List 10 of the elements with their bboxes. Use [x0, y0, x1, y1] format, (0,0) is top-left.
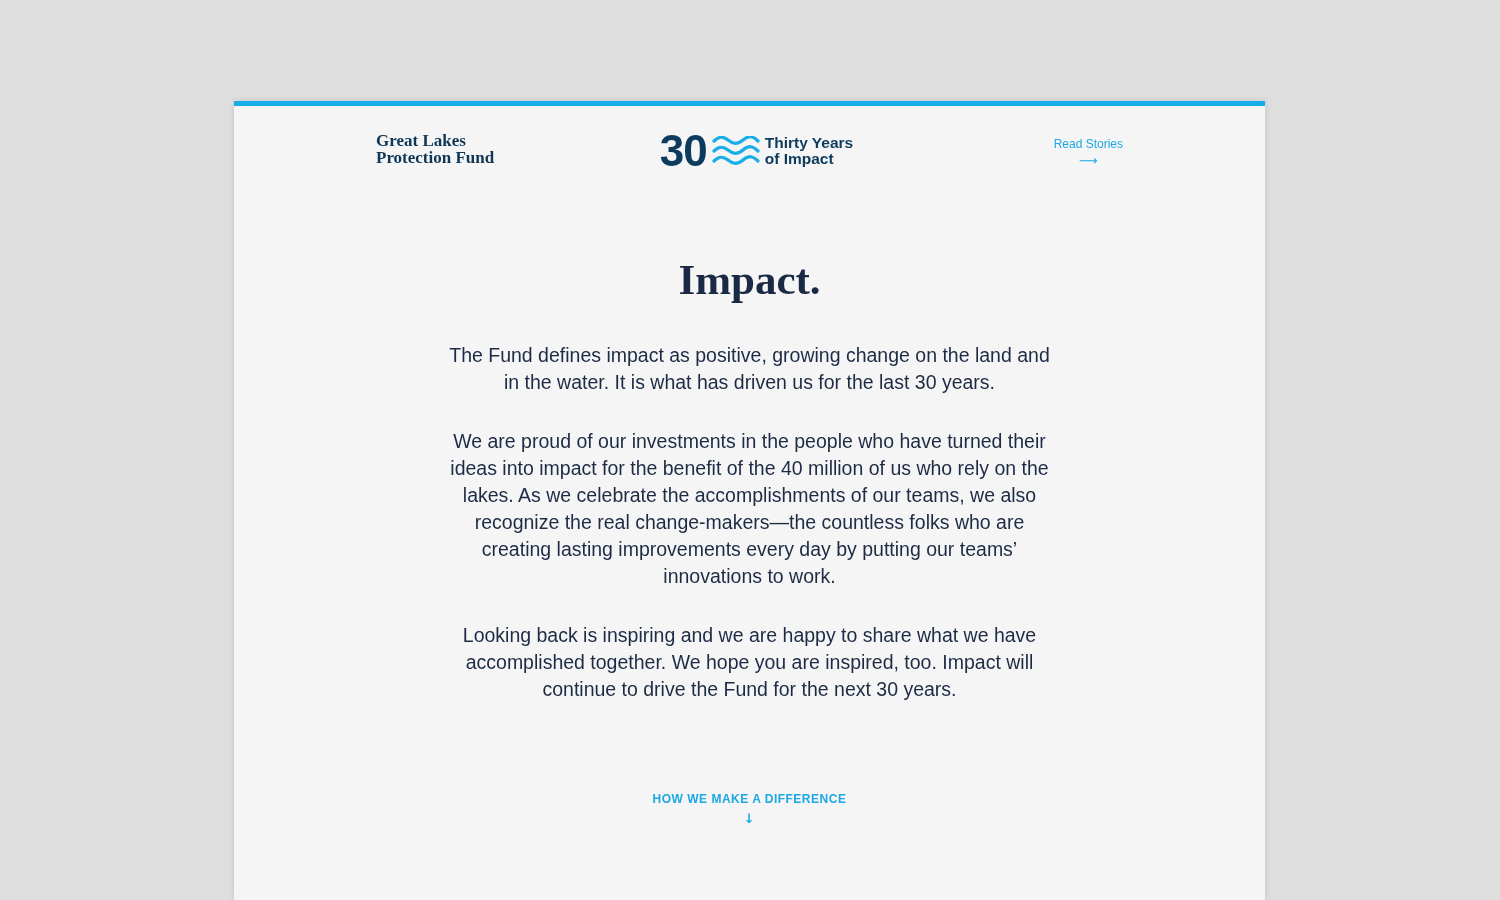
scroll-cue-link[interactable]: HOW WE MAKE A DIFFERENCE ↓ — [652, 791, 847, 826]
intro-paragraph: Looking back is inspiring and we are happy to share what we have accomplished together. We hope you are inspired, too. Impact will continue to drive the Fund for the next 30 years. — [461, 623, 1038, 702]
anniversary-tagline: Thirty Years of Impact — [764, 135, 854, 167]
intro-paragraph: We are proud of our investments in the people who have turned their ideas into impact for the benefit of the 40 million of us who rely on the lakes. As we celebrate the accomplishments of our teams, we also recognize the real change-makers—the countless folks who are creating lasting improvements every day by putting our teams’ innovations to work. — [449, 429, 1050, 589]
read-stories-link[interactable]: Read Stories ⟶ — [1053, 131, 1123, 168]
page-title: Impact. — [678, 255, 821, 305]
org-name: Great Lakes Protection Fund — [376, 131, 495, 166]
anniversary-number: 30 — [659, 131, 707, 171]
intro-paragraph: The Fund defines impact as positive, growing change on the land and in the water. It is what has driven us for the last 30 years. — [448, 343, 1051, 395]
waves-icon — [711, 136, 760, 166]
